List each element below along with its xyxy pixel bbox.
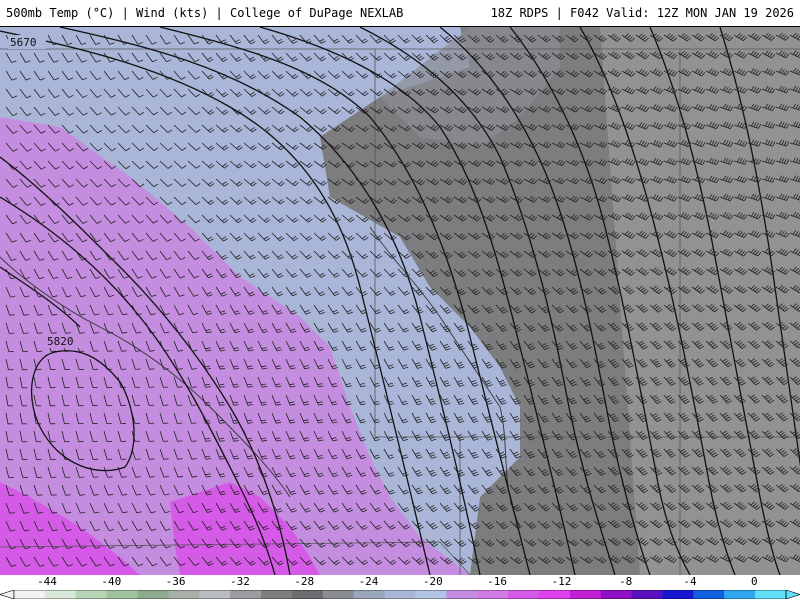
colorbar-swatch xyxy=(631,590,663,599)
colorbar-max-arrow xyxy=(785,590,800,599)
colorbar-swatch xyxy=(415,590,447,599)
colorbar-swatch xyxy=(569,590,602,599)
colorbar xyxy=(0,590,800,599)
product-title: 500mb Temp (°C) | Wind (kts) | College o… xyxy=(6,6,404,20)
colorbar-min-arrow xyxy=(0,590,15,599)
colorbar-swatch xyxy=(353,590,386,599)
model-run-info: 18Z RDPS | F042 Valid: 12Z MON JAN 19 20… xyxy=(490,6,794,20)
colorbar-tick-label: 0 xyxy=(750,575,758,588)
colorbar-tick-label: -44 xyxy=(37,575,57,588)
colorbar-swatch xyxy=(693,590,725,599)
colorbar-tick-label: -20 xyxy=(422,575,443,588)
colorbar-swatch xyxy=(662,590,694,599)
colorbar-swatch xyxy=(230,590,262,599)
colorbar-swatch xyxy=(44,590,77,599)
colorbar-tick-label: -32 xyxy=(229,575,250,588)
colorbar-swatch xyxy=(600,590,633,599)
colorbar-swatch xyxy=(14,590,46,599)
colorbar-swatch xyxy=(384,590,416,599)
colorbar-swatch xyxy=(724,590,756,599)
colorbar-tick-label: -12 xyxy=(551,575,572,588)
colorbar-swatch xyxy=(168,590,200,599)
colorbar-tick-label: -36 xyxy=(165,575,186,588)
colorbar-swatch xyxy=(106,590,139,599)
colorbar-swatch xyxy=(477,590,509,599)
colorbar-swatch xyxy=(322,590,355,599)
contour-label-5820: 5820 xyxy=(47,335,74,348)
colorbar-swatch xyxy=(446,590,478,599)
map-header: 500mb Temp (°C) | Wind (kts) | College o… xyxy=(0,0,800,26)
colorbar-swatch xyxy=(137,590,169,599)
colorbar-swatch xyxy=(261,590,293,599)
colorbar-legend: -44 -40 -36 -32 -28 -24 -20 -16 -12 -8 -4 0 xyxy=(0,575,800,600)
map-panel[interactable]: 5670 5820 xyxy=(0,26,800,575)
colorbar-swatch xyxy=(538,590,571,599)
colorbar-swatch xyxy=(755,590,787,599)
colorbar-swatch xyxy=(75,590,108,599)
colorbar-tick-label: -8 xyxy=(619,575,633,588)
colorbar-tick-label: -24 xyxy=(358,575,379,588)
colorbar-tick-label: -40 xyxy=(101,575,122,588)
colorbar-tick-label: -4 xyxy=(683,575,697,588)
colorbar-tick-label: -28 xyxy=(294,575,315,588)
colorbar-tick-label: -16 xyxy=(487,575,508,588)
weather-map[interactable]: 5670 5820 xyxy=(0,27,800,575)
colorbar-swatch xyxy=(199,590,231,599)
colorbar-swatch xyxy=(508,590,540,599)
colorbar-swatch xyxy=(291,590,324,599)
contour-label-5670: 5670 xyxy=(10,36,37,49)
colorbar-tick-labels: -44 -40 -36 -32 -28 -24 -20 -16 -12 -8 -4 0 xyxy=(0,575,800,588)
